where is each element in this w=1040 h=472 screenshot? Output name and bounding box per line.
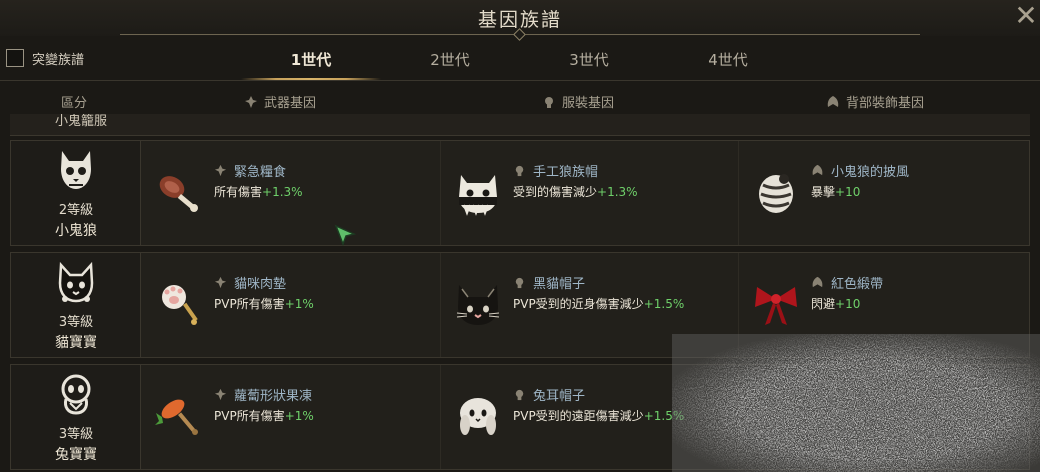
tab-gen-3[interactable]: 3世代	[519, 48, 659, 80]
back-gene-icon	[827, 95, 839, 107]
partial-row-name: 小鬼籠服	[55, 114, 108, 129]
gene-stat-value: +1.5%	[643, 297, 685, 311]
back-gene-icon	[812, 276, 823, 288]
col-category-label: 區分	[61, 96, 88, 111]
gene-name: 紅色緞帶	[831, 277, 884, 292]
bunny-hat-icon	[460, 398, 496, 435]
gene-stat-value: +1%	[284, 297, 314, 311]
gene-stat: PVP受到的近身傷害減少+1.5%	[513, 295, 684, 312]
rank-level: 3等級	[58, 427, 94, 442]
gene-stat-label: 閃避	[811, 297, 836, 311]
costume-gene-icon	[515, 165, 524, 177]
tab-gen-4[interactable]: 4世代	[658, 48, 798, 80]
title-divider-left	[120, 34, 515, 35]
censor-overlay	[672, 334, 1040, 472]
back-gene-cell[interactable]: 小鬼狼的披風 暴擊+10	[738, 141, 1029, 245]
col-weapon: 武器基因	[244, 92, 316, 111]
red-ribbon-icon	[755, 287, 797, 325]
gene-stat-label: 暴擊	[811, 185, 836, 199]
weapon-gene-cell[interactable]: 蘿蔔形狀果凍 PVP所有傷害+1%	[142, 365, 439, 469]
rabbit-face-icon	[61, 374, 91, 415]
costume-gene-icon	[545, 96, 553, 108]
gene-name: 手工狼族帽	[533, 165, 599, 180]
gene-stat-value: +1.3%	[597, 185, 638, 199]
rank-cell: 3等級 貓寶寶	[11, 253, 141, 357]
weapon-gene-icon	[214, 164, 227, 177]
gene-name: 黑貓帽子	[533, 277, 586, 292]
rank-name: 貓寶寶	[55, 335, 97, 351]
close-icon[interactable]: ✕	[1012, 2, 1040, 30]
rank-level: 3等級	[58, 315, 94, 330]
costume-gene-icon	[515, 389, 524, 401]
weapon-gene-icon	[245, 95, 257, 108]
gene-stat-label: PVP所有傷害	[214, 297, 285, 311]
gene-name: 貓咪肉墊	[234, 277, 287, 292]
gene-stat-value: +1.3%	[262, 185, 303, 199]
gene-stat-label: PVP所有傷害	[214, 409, 285, 423]
column-header-row: 區分 武器基因 服裝基因 背部裝飾基因	[0, 86, 1040, 116]
gene-stat-value: +10	[835, 185, 861, 199]
striped-cape-icon	[759, 174, 793, 213]
gene-stat: 暴擊+10	[811, 183, 860, 200]
gene-stat: PVP所有傷害+1%	[214, 407, 314, 424]
gene-stat-value: +1%	[284, 409, 314, 423]
meat-leg-icon	[159, 176, 198, 212]
tab-gen-1[interactable]: 1世代	[241, 48, 381, 80]
gene-name: 蘿蔔形狀果凍	[234, 389, 313, 404]
partial-row: 小鬼籠服	[10, 114, 1030, 136]
col-back: 背部裝飾基因	[826, 92, 924, 111]
col-back-label: 背部裝飾基因	[846, 96, 925, 111]
col-costume: 服裝基因	[542, 92, 614, 111]
mouse-cursor-icon	[334, 224, 356, 246]
cat-face-icon	[58, 261, 94, 303]
gene-stat: 受到的傷害減少+1.3%	[513, 183, 638, 200]
gene-stat: PVP所有傷害+1%	[214, 295, 314, 312]
gene-stat: 所有傷害+1.3%	[214, 183, 303, 200]
carrot-hammer-icon	[155, 399, 198, 435]
col-costume-label: 服裝基因	[562, 96, 615, 111]
paw-wand-icon	[162, 285, 198, 325]
gene-stat: 閃避+10	[811, 295, 860, 312]
gene-stat: PVP受到的遠距傷害減少+1.5%	[513, 407, 684, 424]
rank-name: 兔寶寶	[55, 447, 97, 463]
rank-name: 小鬼狼	[55, 223, 97, 239]
weapon-gene-icon	[214, 276, 227, 289]
black-cat-hat-icon	[456, 285, 500, 325]
wolf-skull-icon	[61, 151, 91, 189]
gene-stat-value: +10	[835, 297, 861, 311]
gene-stat-label: PVP受到的近身傷害減少	[513, 297, 644, 311]
gene-name: 小鬼狼的披風	[831, 165, 910, 180]
gene-name: 緊急糧食	[234, 165, 287, 180]
gene-row[interactable]: 2等級 小鬼狼 緊急糧食 所有傷害+1.3% 手工狼族帽 受到的傷害減少+1.3…	[10, 140, 1030, 246]
gene-stat-label: 受到的傷害減少	[513, 185, 598, 199]
wolf-skull-hat-icon	[459, 175, 497, 216]
weapon-gene-cell[interactable]: 貓咪肉墊 PVP所有傷害+1%	[142, 253, 439, 357]
weapon-gene-icon	[214, 388, 227, 401]
rank-cell: 2等級 小鬼狼	[11, 141, 141, 245]
rank-level: 2等級	[58, 203, 94, 218]
col-category: 區分	[61, 92, 87, 111]
rank-cell: 3等級 兔寶寶	[11, 365, 141, 469]
tab-gen-2[interactable]: 2世代	[380, 48, 520, 80]
costume-gene-icon	[515, 277, 524, 289]
gene-stat-label: 所有傷害	[214, 185, 263, 199]
gene-stat-label: PVP受到的遠距傷害減少	[513, 409, 644, 423]
costume-gene-cell[interactable]: 手工狼族帽 受到的傷害減少+1.3%	[440, 141, 737, 245]
col-weapon-label: 武器基因	[264, 96, 317, 111]
title-divider-right	[525, 34, 920, 35]
gene-name: 兔耳帽子	[533, 389, 586, 404]
tabs-divider	[0, 80, 1040, 81]
back-gene-icon	[812, 164, 823, 176]
generation-tabs: 1世代 2世代 3世代 4世代	[0, 44, 1040, 80]
weapon-gene-cell[interactable]: 緊急糧食 所有傷害+1.3%	[142, 141, 439, 245]
